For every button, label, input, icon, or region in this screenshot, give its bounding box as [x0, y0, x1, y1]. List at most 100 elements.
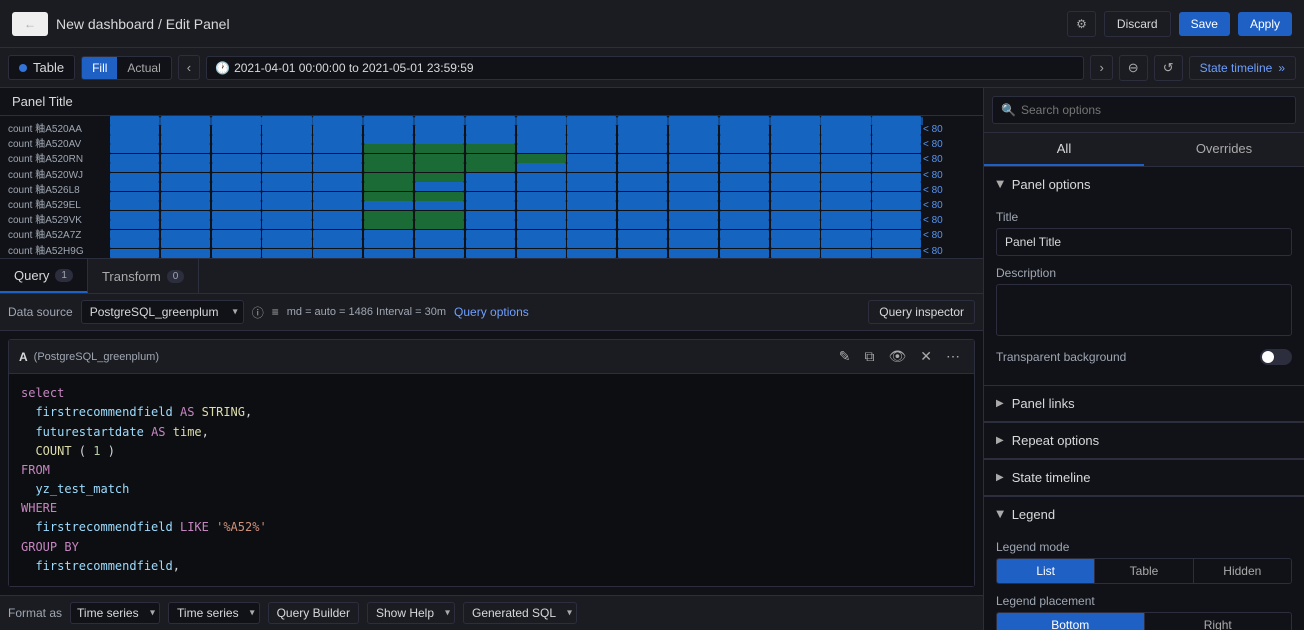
panel-links-header[interactable]: ▶ Panel links — [984, 386, 1304, 422]
format-select[interactable]: Time series Table — [70, 602, 160, 624]
chart-cell — [669, 173, 718, 182]
apply-button[interactable]: Apply — [1238, 12, 1292, 36]
chart-cell — [669, 220, 718, 229]
chart-cell — [669, 249, 718, 258]
actual-button[interactable]: Actual — [117, 57, 170, 79]
chart-cell — [110, 144, 159, 153]
prev-time-button[interactable]: ‹ — [178, 55, 200, 80]
chart-cell — [618, 211, 667, 220]
chart-cell — [669, 144, 718, 153]
state-timeline-label: State timeline — [1200, 61, 1273, 75]
chart-cell — [872, 211, 921, 220]
time-range-picker[interactable]: 🕐 2021-04-01 00:00:00 to 2021-05-01 23:5… — [206, 56, 1084, 80]
description-textarea[interactable] — [996, 284, 1292, 336]
chart-cell — [821, 201, 870, 210]
chart-cell — [567, 182, 616, 191]
more-query-button[interactable]: ⋯ — [942, 346, 964, 367]
generated-sql-button[interactable]: Generated SQL — [463, 602, 577, 624]
copy-query-button[interactable]: ⧉ — [860, 346, 878, 367]
repeat-options-chevron: ▶ — [996, 435, 1004, 446]
chart-cell — [161, 116, 210, 125]
chart-cell — [517, 192, 566, 201]
chart-cell — [313, 249, 362, 258]
chart-cell — [771, 116, 820, 125]
chart-cell — [466, 211, 515, 220]
remove-query-button[interactable]: ✕ — [916, 346, 936, 367]
chart-cell — [466, 173, 515, 182]
sql-editor[interactable]: select firstrecommendfield AS STRING, fu… — [9, 374, 974, 586]
chart-cell — [567, 154, 616, 163]
viz-type-picker[interactable]: Table — [8, 55, 75, 80]
gear-button[interactable]: ⚙ — [1067, 11, 1096, 37]
time-range-value: 2021-04-01 00:00:00 to 2021-05-01 23:59:… — [234, 61, 474, 75]
show-help-button[interactable]: Show Help — [367, 602, 455, 624]
panel-options-header[interactable]: ▶ Panel options — [984, 167, 1304, 202]
options-search-input[interactable] — [992, 96, 1296, 124]
legend-mode-label: Legend mode — [996, 540, 1292, 554]
chart-cell — [872, 116, 921, 125]
legend-header[interactable]: ▶ Legend — [984, 497, 1304, 532]
title-input[interactable] — [996, 228, 1292, 256]
legend-placement-label: Legend placement — [996, 594, 1292, 608]
save-button[interactable]: Save — [1179, 12, 1230, 36]
legend-mode-hidden[interactable]: Hidden — [1194, 559, 1291, 583]
chart-cell — [517, 116, 566, 125]
transparent-bg-toggle[interactable] — [1260, 349, 1292, 365]
chart-cell — [161, 192, 210, 201]
legend-placement-field: Legend placement Bottom Right — [996, 594, 1292, 630]
back-icon: ← — [24, 17, 36, 31]
legend-placement-right[interactable]: Right — [1145, 613, 1292, 630]
chart-cell — [872, 230, 921, 239]
options-search-wrap: 🔍 — [992, 96, 1296, 124]
refresh-button[interactable]: ↺ — [1154, 55, 1183, 81]
chart-cell — [415, 220, 464, 229]
chart-cell — [821, 230, 870, 239]
chart-cell — [212, 211, 261, 220]
chart-cell — [618, 201, 667, 210]
panel-links-chevron: ▶ — [996, 398, 1004, 409]
chart-cell — [466, 163, 515, 172]
chart-cell — [771, 182, 820, 191]
data-source-select[interactable]: PostgreSQL_greenplum — [81, 300, 244, 324]
chart-cell — [821, 220, 870, 229]
chart-cell — [466, 125, 515, 134]
zoom-out-button[interactable]: ⊖ — [1119, 55, 1148, 81]
repeat-options-header[interactable]: ▶ Repeat options — [984, 423, 1304, 459]
chart-cell — [567, 116, 616, 125]
all-tab[interactable]: All — [984, 133, 1144, 166]
chart-cell — [415, 116, 464, 125]
format-label: Format as — [8, 606, 62, 620]
chart-cell — [110, 249, 159, 258]
chart-cell — [212, 220, 261, 229]
toggle-query-button[interactable]: 👁 — [884, 346, 910, 367]
legend-placement-bottom[interactable]: Bottom — [997, 613, 1145, 630]
chart-cell — [872, 239, 921, 248]
legend-mode-table[interactable]: Table — [1095, 559, 1193, 583]
chart-cell — [821, 249, 870, 258]
chart-cell — [466, 201, 515, 210]
state-timeline-button[interactable]: State timeline » — [1189, 56, 1296, 80]
query-builder-button[interactable]: Query Builder — [268, 602, 359, 624]
chart-cell — [415, 201, 464, 210]
chart-cell — [313, 144, 362, 153]
overrides-tab[interactable]: Overrides — [1144, 133, 1304, 166]
query-inspector-button[interactable]: Query inspector — [868, 300, 975, 324]
chart-cell — [110, 135, 159, 144]
state-timeline-header[interactable]: ▶ State timeline — [984, 460, 1304, 496]
tab-transform[interactable]: Transform 0 — [88, 259, 199, 293]
tab-query[interactable]: Query 1 — [0, 259, 88, 293]
chart-cell — [466, 135, 515, 144]
chart-cell — [364, 220, 413, 229]
panel-options-label: Panel options — [1012, 177, 1091, 192]
edit-query-button[interactable]: ✎ — [835, 346, 855, 367]
next-time-button[interactable]: › — [1090, 55, 1112, 80]
chart-cell — [618, 249, 667, 258]
query-options-link[interactable]: Query options — [454, 305, 529, 319]
back-button[interactable]: ← — [12, 12, 48, 36]
chart-cell — [618, 144, 667, 153]
chart-cell — [212, 125, 261, 134]
time-series-button[interactable]: Time series — [168, 602, 260, 624]
fill-button[interactable]: Fill — [82, 57, 117, 79]
legend-mode-list[interactable]: List — [997, 559, 1095, 583]
discard-button[interactable]: Discard — [1104, 11, 1171, 37]
